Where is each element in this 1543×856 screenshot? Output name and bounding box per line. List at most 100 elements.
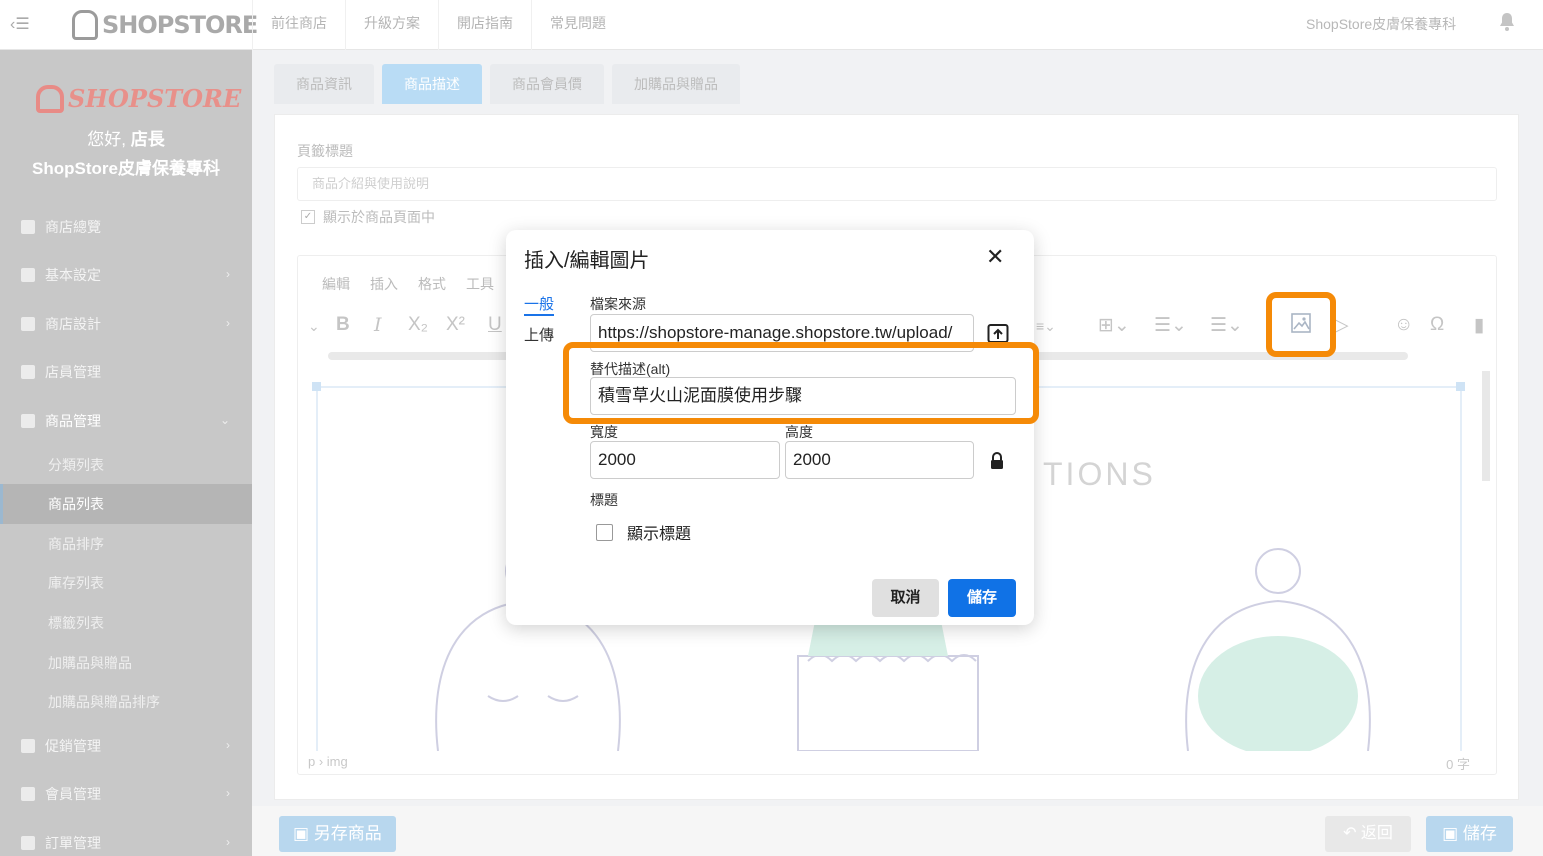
bullet-list-icon[interactable]: ☰⌄ bbox=[1154, 314, 1187, 337]
numbered-list-icon[interactable]: ☰⌄ bbox=[1210, 314, 1243, 337]
insert-image-dialog: 插入/編輯圖片 ✕ 一般 上傳 檔案來源 https://shopstore-m… bbox=[506, 230, 1034, 625]
checkbox[interactable] bbox=[596, 523, 613, 541]
checkbox-checked-icon: ✓ bbox=[301, 210, 315, 224]
sidebar-item-members[interactable]: 會員管理 › bbox=[0, 774, 252, 814]
emoji-icon[interactable]: ☺ bbox=[1394, 314, 1413, 336]
sidebar-item-label: 店員管理 bbox=[45, 364, 101, 380]
tab-addons[interactable]: 加購品與贈品 bbox=[612, 64, 740, 104]
sidebar: SHOPSTORE 您好, 店長 ShopStore皮膚保養專科 商店總覽 基本… bbox=[0, 50, 252, 856]
menu-tools[interactable]: 工具 bbox=[466, 274, 494, 294]
show-caption-checkbox[interactable]: 顯示標題 bbox=[596, 520, 691, 544]
sidebar-sub-tags[interactable]: 標籤列表 bbox=[0, 603, 252, 643]
sidebar-item-orders[interactable]: 訂單管理 › bbox=[0, 823, 252, 856]
sidebar-item-label: 基本設定 bbox=[45, 267, 101, 283]
sidebar-item-staff[interactable]: 店員管理 bbox=[0, 352, 252, 392]
shopstore-logo[interactable]: SHOPSTORE bbox=[72, 8, 258, 42]
dialog-tab-general[interactable]: 一般 bbox=[524, 293, 555, 316]
show-on-page-checkbox[interactable]: ✓ 顯示於商品頁面中 bbox=[301, 207, 435, 227]
table-icon[interactable]: ⊞⌄ bbox=[1098, 314, 1130, 337]
editor-menubar: 編輯 插入 格式 工具 bbox=[322, 274, 494, 294]
lock-ratio-icon[interactable] bbox=[989, 451, 1005, 471]
italic-icon[interactable]: I bbox=[374, 314, 382, 336]
bold-icon[interactable]: B bbox=[336, 314, 350, 336]
menu-insert[interactable]: 插入 bbox=[370, 274, 398, 294]
upload-icon[interactable] bbox=[987, 322, 1009, 344]
nav-upgrade[interactable]: 升級方案 bbox=[345, 0, 438, 50]
save-as-product-button[interactable]: ▣ 另存商品 bbox=[279, 816, 396, 852]
caption-label: 標題 bbox=[590, 492, 618, 508]
users-icon bbox=[21, 787, 35, 801]
sidebar-item-store-design[interactable]: 商店設計 › bbox=[0, 304, 252, 344]
tab-product-info[interactable]: 商品資訊 bbox=[274, 64, 374, 104]
back-button[interactable]: ↶ 返回 bbox=[1325, 816, 1411, 852]
chevron-down-icon[interactable]: ⌄ bbox=[308, 318, 320, 335]
menu-format[interactable]: 格式 bbox=[418, 274, 446, 294]
menu-toggle-icon[interactable]: ‹☰ bbox=[10, 14, 40, 36]
logo-mark bbox=[72, 10, 98, 40]
sidebar-logo-mark bbox=[36, 84, 64, 113]
sidebar-logo-text: SHOPSTORE bbox=[68, 84, 242, 113]
chevron-right-icon: › bbox=[226, 267, 230, 281]
sidebar-sub-product-sort[interactable]: 商品排序 bbox=[0, 524, 252, 564]
sidebar-sub-product-list[interactable]: 商品列表 bbox=[0, 484, 252, 524]
sidebar-sub-categories[interactable]: 分類列表 bbox=[0, 445, 252, 485]
image-button-highlight bbox=[1266, 292, 1336, 357]
sidebar-item-label: 商店設計 bbox=[45, 316, 101, 332]
dashboard-icon bbox=[21, 220, 35, 234]
save-icon: ▣ bbox=[293, 824, 314, 843]
tab-product-description[interactable]: 商品描述 bbox=[382, 64, 482, 104]
sidebar-item-label: 商品管理 bbox=[45, 413, 101, 429]
greeting: 您好, 店長 bbox=[0, 125, 252, 150]
width-input[interactable]: 2000 bbox=[590, 441, 780, 479]
chevron-down-icon: ⌄ bbox=[219, 413, 230, 427]
sidebar-item-label: 訂單管理 bbox=[45, 835, 101, 851]
sidebar-sub-addons-sort[interactable]: 加購品與贈品排序 bbox=[0, 682, 252, 722]
cancel-button[interactable]: 取消 bbox=[872, 579, 939, 617]
nav-faq[interactable]: 常見問題 bbox=[531, 0, 624, 50]
subscript-icon[interactable]: X₂ bbox=[408, 314, 428, 336]
menu-edit[interactable]: 編輯 bbox=[322, 274, 350, 294]
image-heading-text: TIONS bbox=[1043, 456, 1156, 492]
chevron-right-icon: › bbox=[226, 316, 230, 330]
tab-member-price[interactable]: 商品會員價 bbox=[490, 64, 604, 104]
sidebar-item-label: 會員管理 bbox=[45, 786, 101, 802]
chevron-right-icon: › bbox=[226, 738, 230, 752]
width-label: 寬度 bbox=[590, 424, 618, 440]
sidebar-item-overview[interactable]: 商店總覽 bbox=[0, 207, 252, 247]
save-icon: ▣ bbox=[1442, 824, 1463, 843]
dialog-tab-upload[interactable]: 上傳 bbox=[524, 324, 554, 345]
bookmark-icon[interactable]: ▮ bbox=[1474, 314, 1484, 337]
height-label: 高度 bbox=[785, 424, 813, 440]
save-product-button[interactable]: ▣ 儲存 bbox=[1426, 816, 1513, 852]
tab-title-input[interactable]: 商品介紹與使用說明 bbox=[297, 167, 1497, 201]
source-label: 檔案來源 bbox=[590, 296, 646, 312]
media-icon[interactable]: ▷ bbox=[1334, 314, 1349, 337]
nav-go-store[interactable]: 前往商店 bbox=[252, 0, 345, 50]
sidebar-item-basic-settings[interactable]: 基本設定 › bbox=[0, 255, 252, 295]
top-bar: ‹☰ SHOPSTORE 前往商店 升級方案 開店指南 常見問題 ShopSto… bbox=[0, 0, 1543, 50]
nav-guide[interactable]: 開店指南 bbox=[438, 0, 531, 50]
height-input[interactable]: 2000 bbox=[785, 441, 974, 479]
resize-handle[interactable] bbox=[312, 382, 321, 391]
shop-name-link[interactable]: ShopStore皮膚保養專科 bbox=[1306, 14, 1456, 34]
sidebar-item-products[interactable]: 商品管理 ⌄ bbox=[0, 401, 252, 441]
order-icon bbox=[21, 836, 35, 850]
tab-title-label: 頁籤標題 bbox=[297, 143, 353, 159]
superscript-icon[interactable]: X² bbox=[446, 314, 465, 336]
dialog-save-button[interactable]: 儲存 bbox=[948, 579, 1016, 617]
align-dropdown-icon[interactable]: ≡⌄ bbox=[1036, 318, 1056, 335]
alt-field-highlight bbox=[563, 342, 1039, 424]
bell-icon[interactable] bbox=[1498, 12, 1516, 32]
resize-handle[interactable] bbox=[1456, 382, 1465, 391]
sidebar-sub-addons[interactable]: 加購品與贈品 bbox=[0, 643, 252, 683]
top-nav: 前往商店 升級方案 開店指南 常見問題 bbox=[252, 0, 624, 50]
special-char-icon[interactable]: Ω bbox=[1430, 314, 1444, 336]
close-icon[interactable]: ✕ bbox=[986, 244, 1004, 270]
dialog-title: 插入/編輯圖片 bbox=[524, 250, 650, 272]
back-label: 返回 bbox=[1360, 825, 1393, 842]
underline-icon[interactable]: U bbox=[488, 314, 502, 336]
sidebar-item-promotions[interactable]: 促銷管理 › bbox=[0, 726, 252, 766]
sidebar-sub-inventory[interactable]: 庫存列表 bbox=[0, 563, 252, 603]
show-caption-label: 顯示標題 bbox=[627, 526, 692, 543]
vertical-scrollbar[interactable] bbox=[1482, 371, 1490, 481]
